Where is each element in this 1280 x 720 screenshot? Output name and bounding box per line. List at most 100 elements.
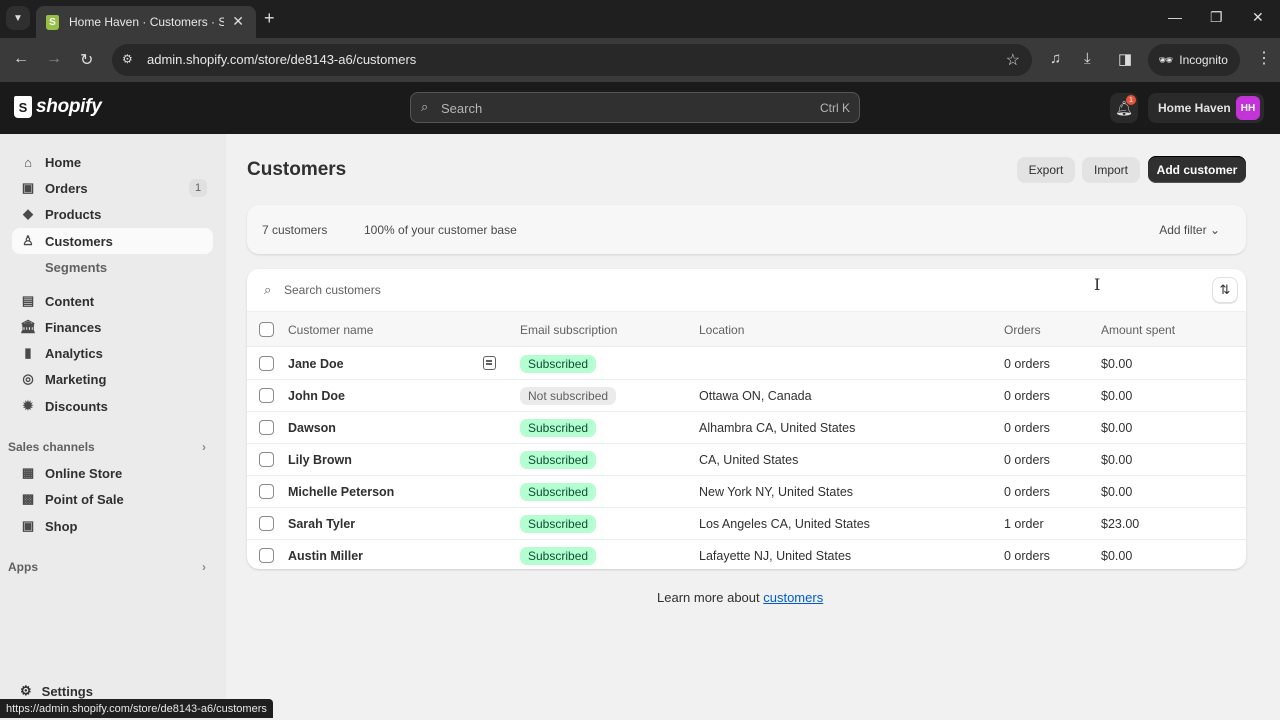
sidebar: ⌂ Home ▣ Orders 1 ◆ Products ♙ Customers… <box>0 134 226 720</box>
customer-orders: 0 orders <box>1004 485 1050 499</box>
shopify-wordmark: shopify <box>36 96 102 117</box>
sidebar-item-label: Online Store <box>45 465 123 481</box>
new-tab-icon[interactable]: + <box>264 8 275 29</box>
table-row[interactable]: Lily Brown Subscribed CA, United States 0 o… <box>247 444 1246 476</box>
table-row[interactable]: Austin Miller Subscribed Lafayette NJ, Uni… <box>247 540 1246 569</box>
customer-name[interactable]: John Doe <box>288 389 345 403</box>
sidebar-item-orders[interactable]: ▣ Orders 1 <box>12 175 213 201</box>
address-bar[interactable]: ⚙ admin.shopify.com/store/de8143-a6/cust… <box>112 44 1032 76</box>
row-checkbox[interactable] <box>259 420 274 435</box>
sidebar-item-online-store[interactable]: ▦ Online Store <box>12 460 213 486</box>
customer-amount-spent: $23.00 <box>1101 517 1140 531</box>
column-header-email-subscription[interactable]: Email subscription <box>520 323 617 337</box>
media-icon[interactable]: ♫ <box>1050 50 1061 67</box>
apps-section[interactable]: Apps › <box>8 560 208 574</box>
note-icon[interactable] <box>483 356 496 370</box>
email-subscription-badge: Subscribed <box>520 547 597 565</box>
notifications-button[interactable]: 🔔︎ 1 <box>1110 93 1138 123</box>
customer-amount-spent: $0.00 <box>1101 453 1133 467</box>
add-filter-button[interactable]: Add filter ⌄ <box>1159 223 1220 237</box>
sidebar-item-shop[interactable]: ▣ Shop <box>12 513 213 539</box>
bookmark-star-icon[interactable]: ☆ <box>1006 50 1020 70</box>
download-icon[interactable]: ⤓ <box>1084 50 1091 67</box>
tab-list-button[interactable]: ▼ <box>6 6 30 30</box>
site-info-icon[interactable]: ⚙ <box>122 52 133 66</box>
customer-name[interactable]: Sarah Tyler <box>288 517 355 531</box>
add-filter-label: Add filter <box>1159 223 1207 237</box>
sidebar-item-label: Finances <box>45 319 102 335</box>
export-button[interactable]: Export <box>1017 157 1075 183</box>
learn-more-text: Learn more about customers <box>657 590 823 605</box>
browser-toolbar: ← → ↻ ⚙ admin.shopify.com/store/de8143-a… <box>0 38 1280 82</box>
customer-location: New York NY, United States <box>699 485 854 499</box>
table-row[interactable]: Dawson Subscribed Alhambra CA, United Stat… <box>247 412 1246 444</box>
sidebar-item-discounts[interactable]: ✹ Discounts <box>12 393 213 419</box>
url-text[interactable]: admin.shopify.com/store/de8143-a6/custom… <box>147 52 416 67</box>
row-checkbox[interactable] <box>259 452 274 467</box>
sidebar-item-customers[interactable]: ♙ Customers <box>12 228 213 254</box>
sidebar-item-products[interactable]: ◆ Products <box>12 201 213 227</box>
shopify-topbar: S shopify ⌕ Search Ctrl K 🔔︎ 1 Home Have… <box>0 82 1280 134</box>
sidebar-item-analytics[interactable]: ▮ Analytics <box>12 340 213 366</box>
global-search-input[interactable]: ⌕ Search Ctrl K <box>410 92 860 123</box>
store-menu-button[interactable]: Home Haven HH <box>1148 93 1264 123</box>
reload-icon[interactable]: ↻ <box>80 50 93 70</box>
sidebar-item-label: Orders <box>45 180 88 196</box>
sidebar-item-settings[interactable]: ⚙ Settings <box>20 683 93 699</box>
table-row[interactable]: Michelle Peterson Subscribed New York NY, … <box>247 476 1246 508</box>
column-header-amount-spent[interactable]: Amount spent <box>1101 323 1175 337</box>
close-tab-icon[interactable]: ✕ <box>232 13 244 30</box>
customer-name[interactable]: Michelle Peterson <box>288 485 394 499</box>
row-checkbox[interactable] <box>259 356 274 371</box>
side-panel-icon[interactable]: ◨ <box>1118 50 1132 68</box>
search-customers-input[interactable] <box>284 283 1184 297</box>
restore-icon[interactable]: ❐ <box>1210 9 1223 26</box>
customer-name[interactable]: Dawson <box>288 421 336 435</box>
table-row[interactable]: Sarah Tyler Subscribed Los Angeles CA, Uni… <box>247 508 1246 540</box>
add-customer-button[interactable]: Add customer <box>1148 156 1246 183</box>
content-icon: ▤ <box>21 293 35 308</box>
sort-arrows-icon: ⇅ <box>1219 282 1231 297</box>
customer-name[interactable]: Jane Doe <box>288 357 344 371</box>
import-button[interactable]: Import <box>1082 157 1140 183</box>
row-checkbox[interactable] <box>259 548 274 563</box>
browser-tab[interactable]: S Home Haven · Customers · Shopify ✕ <box>36 6 256 38</box>
sidebar-item-point-of-sale[interactable]: ▩ Point of Sale <box>12 486 213 512</box>
discount-icon: ✹ <box>22 398 34 413</box>
row-checkbox[interactable] <box>259 484 274 499</box>
sales-channels-section[interactable]: Sales channels › <box>8 440 208 454</box>
column-header-location[interactable]: Location <box>699 323 744 337</box>
select-all-checkbox[interactable] <box>259 322 274 337</box>
table-row[interactable]: Jane Doe Subscribed 0 orders $0.00 <box>247 348 1246 380</box>
sidebar-item-content[interactable]: ▤ Content <box>12 288 213 314</box>
learn-more-prefix: Learn more about <box>657 590 764 605</box>
email-subscription-badge: Subscribed <box>520 515 597 533</box>
customer-name[interactable]: Lily Brown <box>288 453 352 467</box>
sidebar-item-segments[interactable]: Segments <box>45 260 107 275</box>
table-row[interactable]: John Doe Not subscribed Ottawa ON, Canada 0… <box>247 380 1246 412</box>
sort-button[interactable]: ⇅ <box>1212 277 1238 303</box>
target-icon: ◎ <box>22 371 34 386</box>
person-icon: ♙ <box>22 233 34 248</box>
row-checkbox[interactable] <box>259 388 274 403</box>
sidebar-item-finances[interactable]: 🏛︎ Finances <box>12 314 213 340</box>
incognito-indicator[interactable]: 🕶 Incognito <box>1148 44 1240 76</box>
forward-icon[interactable]: → <box>46 50 62 68</box>
shopify-logo[interactable]: S shopify <box>14 96 102 118</box>
browser-tabbar: ▼ S Home Haven · Customers · Shopify ✕ +… <box>0 0 1280 38</box>
customer-name[interactable]: Austin Miller <box>288 549 363 563</box>
customers-help-link[interactable]: customers <box>763 590 823 605</box>
sidebar-item-home[interactable]: ⌂ Home <box>12 149 213 175</box>
minimize-icon[interactable]: — <box>1168 9 1182 25</box>
back-icon[interactable]: ← <box>13 50 29 68</box>
column-header-name[interactable]: Customer name <box>288 323 373 337</box>
column-header-orders[interactable]: Orders <box>1004 323 1041 337</box>
row-checkbox[interactable] <box>259 516 274 531</box>
chevron-right-icon: › <box>202 440 206 454</box>
notification-badge: 1 <box>1126 95 1136 105</box>
browser-menu-icon[interactable]: ⋮ <box>1256 48 1272 68</box>
sidebar-item-marketing[interactable]: ◎ Marketing <box>12 366 213 392</box>
customer-count: 7 customers <box>262 223 328 237</box>
customer-amount-spent: $0.00 <box>1101 421 1133 435</box>
close-window-icon[interactable]: ✕ <box>1252 9 1264 26</box>
